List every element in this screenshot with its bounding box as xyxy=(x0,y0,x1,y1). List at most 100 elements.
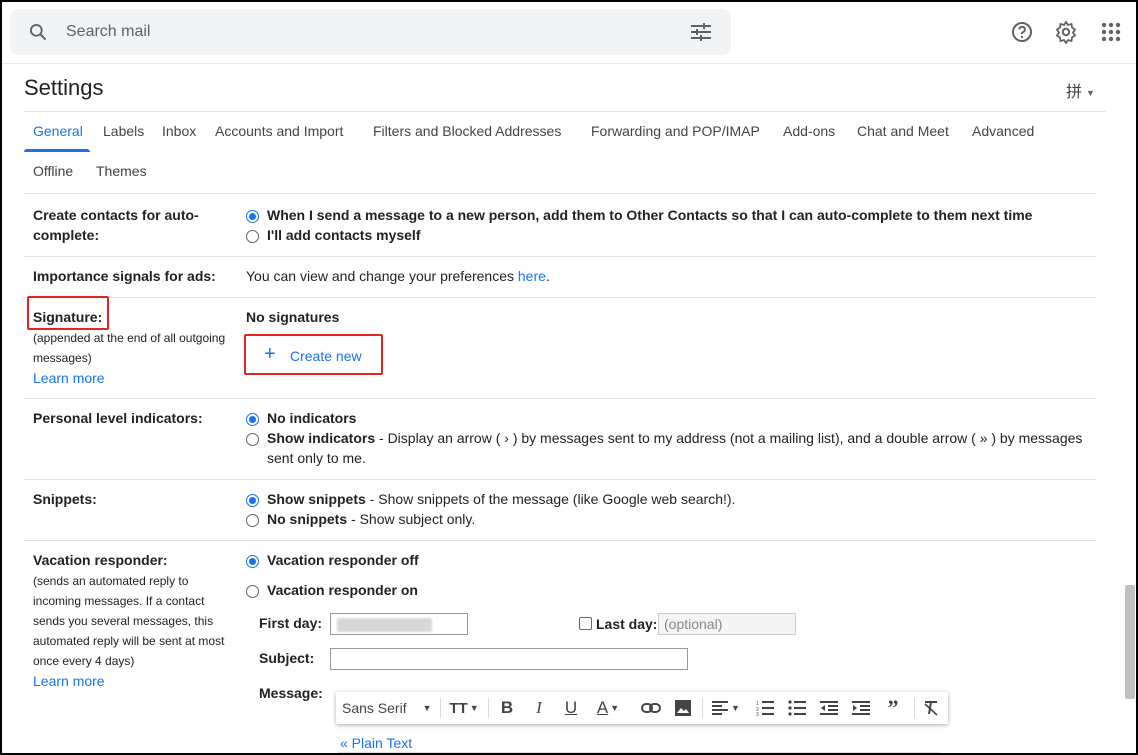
tab-themes[interactable]: Themes xyxy=(96,163,147,179)
snippets-radio-show[interactable] xyxy=(246,494,259,507)
search-icon[interactable] xyxy=(28,22,48,42)
indicators-option-none[interactable]: No indicators xyxy=(267,408,356,428)
text-size-icon[interactable]: TT ▼ xyxy=(444,692,484,724)
tab-accounts-and-import[interactable]: Accounts and Import xyxy=(215,123,343,139)
tab-filters[interactable]: Filters and Blocked Addresses xyxy=(373,123,561,139)
image-icon[interactable] xyxy=(670,692,696,724)
indent-more-icon-glyph xyxy=(852,701,870,715)
align-icon[interactable]: ▼ xyxy=(708,692,744,724)
page-title: Settings xyxy=(24,75,104,100)
tab-forwarding[interactable]: Forwarding and POP/IMAP xyxy=(591,123,760,139)
divider xyxy=(24,479,1096,480)
last-day-placeholder: (optional) xyxy=(664,616,723,632)
contacts-option-manual[interactable]: I'll add contacts myself xyxy=(267,225,421,245)
signature-learn-more-link[interactable]: Learn more xyxy=(33,368,105,388)
indicators-radio-show[interactable] xyxy=(246,433,259,446)
scrollbar-thumb[interactable] xyxy=(1125,585,1135,699)
divider xyxy=(24,540,1096,541)
vacation-option-on[interactable]: Vacation responder on xyxy=(267,580,418,600)
tab-general[interactable]: General xyxy=(33,123,83,139)
last-day-label: Last day: xyxy=(596,616,658,632)
divider xyxy=(24,256,1096,257)
snippets-option-none-title: No snippets xyxy=(267,511,348,527)
bulleted-list-icon-glyph xyxy=(788,700,806,716)
snippets-option-show-desc: - Show snippets of the message (like Goo… xyxy=(365,491,736,507)
active-tab-indicator xyxy=(24,149,90,152)
link-icon-glyph xyxy=(641,703,661,713)
importance-text: You can view and change your preferences… xyxy=(246,266,550,286)
personal-indicators-label: Personal level indicators: xyxy=(33,410,203,426)
signature-sub2: messages) xyxy=(33,351,92,365)
snippets-option-none[interactable]: No snippets - Show subject only. xyxy=(267,509,475,529)
bulleted-list-icon[interactable] xyxy=(784,692,810,724)
align-icon-glyph xyxy=(712,701,729,715)
subject-input[interactable] xyxy=(330,648,688,670)
vacation-sub5: once every 4 days) xyxy=(33,654,135,668)
gear-icon[interactable] xyxy=(1054,20,1078,44)
message-label: Message: xyxy=(259,685,323,701)
remove-formatting-icon-glyph xyxy=(924,701,938,716)
tab-inbox[interactable]: Inbox xyxy=(162,123,196,139)
redacted-date xyxy=(337,618,432,632)
indent-less-icon[interactable] xyxy=(816,692,842,724)
tab-labels[interactable]: Labels xyxy=(103,123,144,139)
first-day-label: First day: xyxy=(259,615,323,631)
italic-icon[interactable]: I xyxy=(526,692,552,724)
first-day-input[interactable] xyxy=(330,613,468,635)
underline-icon[interactable]: U xyxy=(558,692,584,724)
input-tools-label: 拼 xyxy=(1066,84,1083,101)
remove-formatting-icon[interactable] xyxy=(918,692,944,724)
tab-add-ons[interactable]: Add-ons xyxy=(783,123,835,139)
subject-label: Subject: xyxy=(259,650,315,666)
plain-text-link[interactable]: « Plain Text xyxy=(340,735,412,751)
importance-suffix: . xyxy=(545,268,550,284)
snippets-radio-none[interactable] xyxy=(246,514,259,527)
contacts-option-auto[interactable]: When I send a message to a new person, a… xyxy=(267,205,1032,225)
numbered-list-icon[interactable]: 123 xyxy=(752,692,778,724)
vacation-radio-off[interactable] xyxy=(246,555,259,568)
indent-more-icon[interactable] xyxy=(848,692,874,724)
vacation-radio-on[interactable] xyxy=(246,585,259,598)
font-family-label: Sans Serif xyxy=(342,700,407,716)
tab-chat-and-meet[interactable]: Chat and Meet xyxy=(857,123,949,139)
divider xyxy=(24,111,1106,112)
vacation-option-off[interactable]: Vacation responder off xyxy=(267,550,419,570)
tab-offline[interactable]: Offline xyxy=(33,163,73,179)
quote-icon[interactable]: ” xyxy=(880,692,906,724)
contacts-label-line1: Create contacts for auto- xyxy=(33,207,199,223)
last-day-checkbox[interactable] xyxy=(579,617,592,630)
search-bar[interactable] xyxy=(10,9,731,55)
divider xyxy=(24,398,1096,399)
indicators-option-show[interactable]: Show indicators - Display an arrow ( › )… xyxy=(267,428,1082,448)
contacts-radio-auto[interactable] xyxy=(246,210,259,223)
vacation-label: Vacation responder: xyxy=(33,552,168,568)
link-icon[interactable] xyxy=(638,692,664,724)
chevron-down-icon: ▼ xyxy=(1086,87,1095,98)
numbered-list-icon-glyph: 123 xyxy=(756,701,774,716)
help-icon[interactable] xyxy=(1010,20,1034,44)
contacts-radio-manual[interactable] xyxy=(246,230,259,243)
bold-icon[interactable]: B xyxy=(494,692,520,724)
chevron-down-icon: ▼ xyxy=(422,703,432,713)
divider xyxy=(24,193,1096,194)
input-tools-button[interactable]: 拼 ▼ xyxy=(1066,78,1095,102)
last-day-input[interactable]: (optional) xyxy=(658,613,796,635)
formatting-toolbar: Sans Serif ▼ TT ▼ B I U A ▼ ▼ 123 ” xyxy=(336,692,948,724)
image-icon-glyph xyxy=(675,700,691,716)
search-options-icon[interactable] xyxy=(690,22,712,42)
importance-label: Importance signals for ads: xyxy=(33,268,216,284)
snippets-option-show-title: Show snippets xyxy=(267,491,366,507)
signature-label-highlight xyxy=(27,296,109,330)
apps-grid-icon[interactable] xyxy=(1099,20,1123,44)
contacts-label-line2: complete: xyxy=(33,227,100,243)
tab-advanced[interactable]: Advanced xyxy=(972,123,1034,139)
indicators-radio-none[interactable] xyxy=(246,413,259,426)
importance-here-link[interactable]: here xyxy=(518,268,546,284)
top-bar xyxy=(2,2,1136,64)
font-family-select[interactable]: Sans Serif ▼ xyxy=(342,692,438,724)
search-input[interactable] xyxy=(66,21,666,43)
text-color-icon[interactable]: A ▼ xyxy=(590,692,626,724)
vacation-learn-more-link[interactable]: Learn more xyxy=(33,671,105,691)
snippets-option-show[interactable]: Show snippets - Show snippets of the mes… xyxy=(267,489,735,509)
importance-text-body: You can view and change your preferences xyxy=(246,268,518,284)
